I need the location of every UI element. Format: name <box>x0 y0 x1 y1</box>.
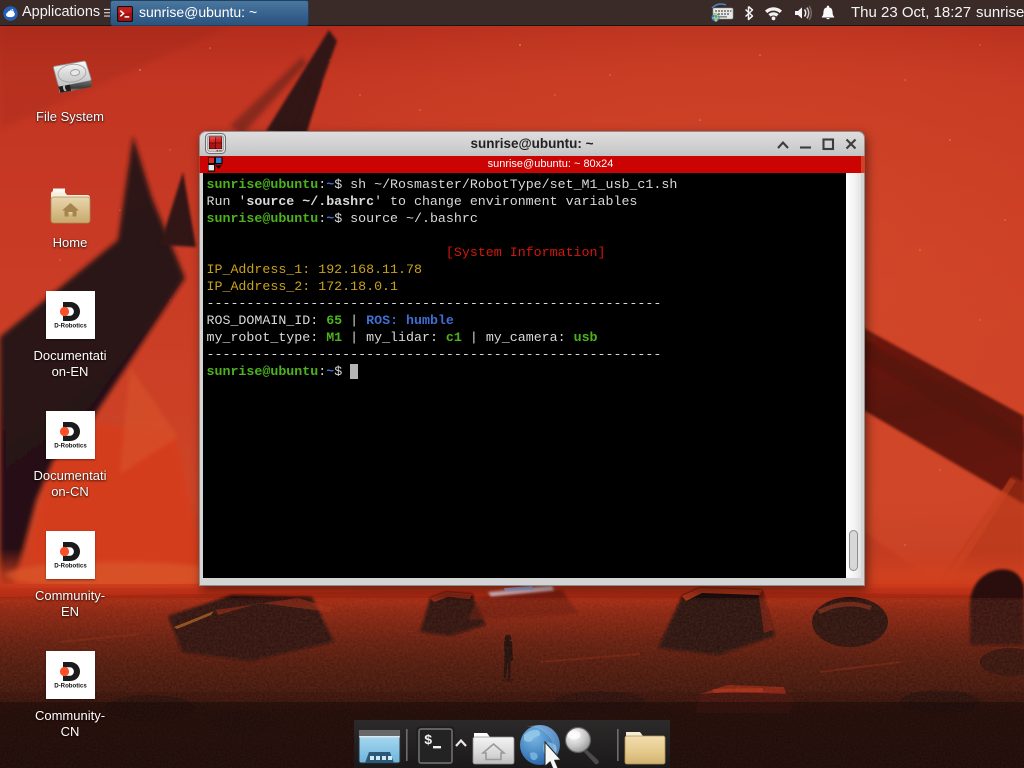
svg-text:D-Robotics: D-Robotics <box>54 443 87 450</box>
svg-text:$: $ <box>424 733 432 749</box>
svg-text:D-Robotics: D-Robotics <box>54 323 87 330</box>
svg-text:D-Robotics: D-Robotics <box>54 563 87 570</box>
svg-text:D-Robotics: D-Robotics <box>54 683 87 690</box>
